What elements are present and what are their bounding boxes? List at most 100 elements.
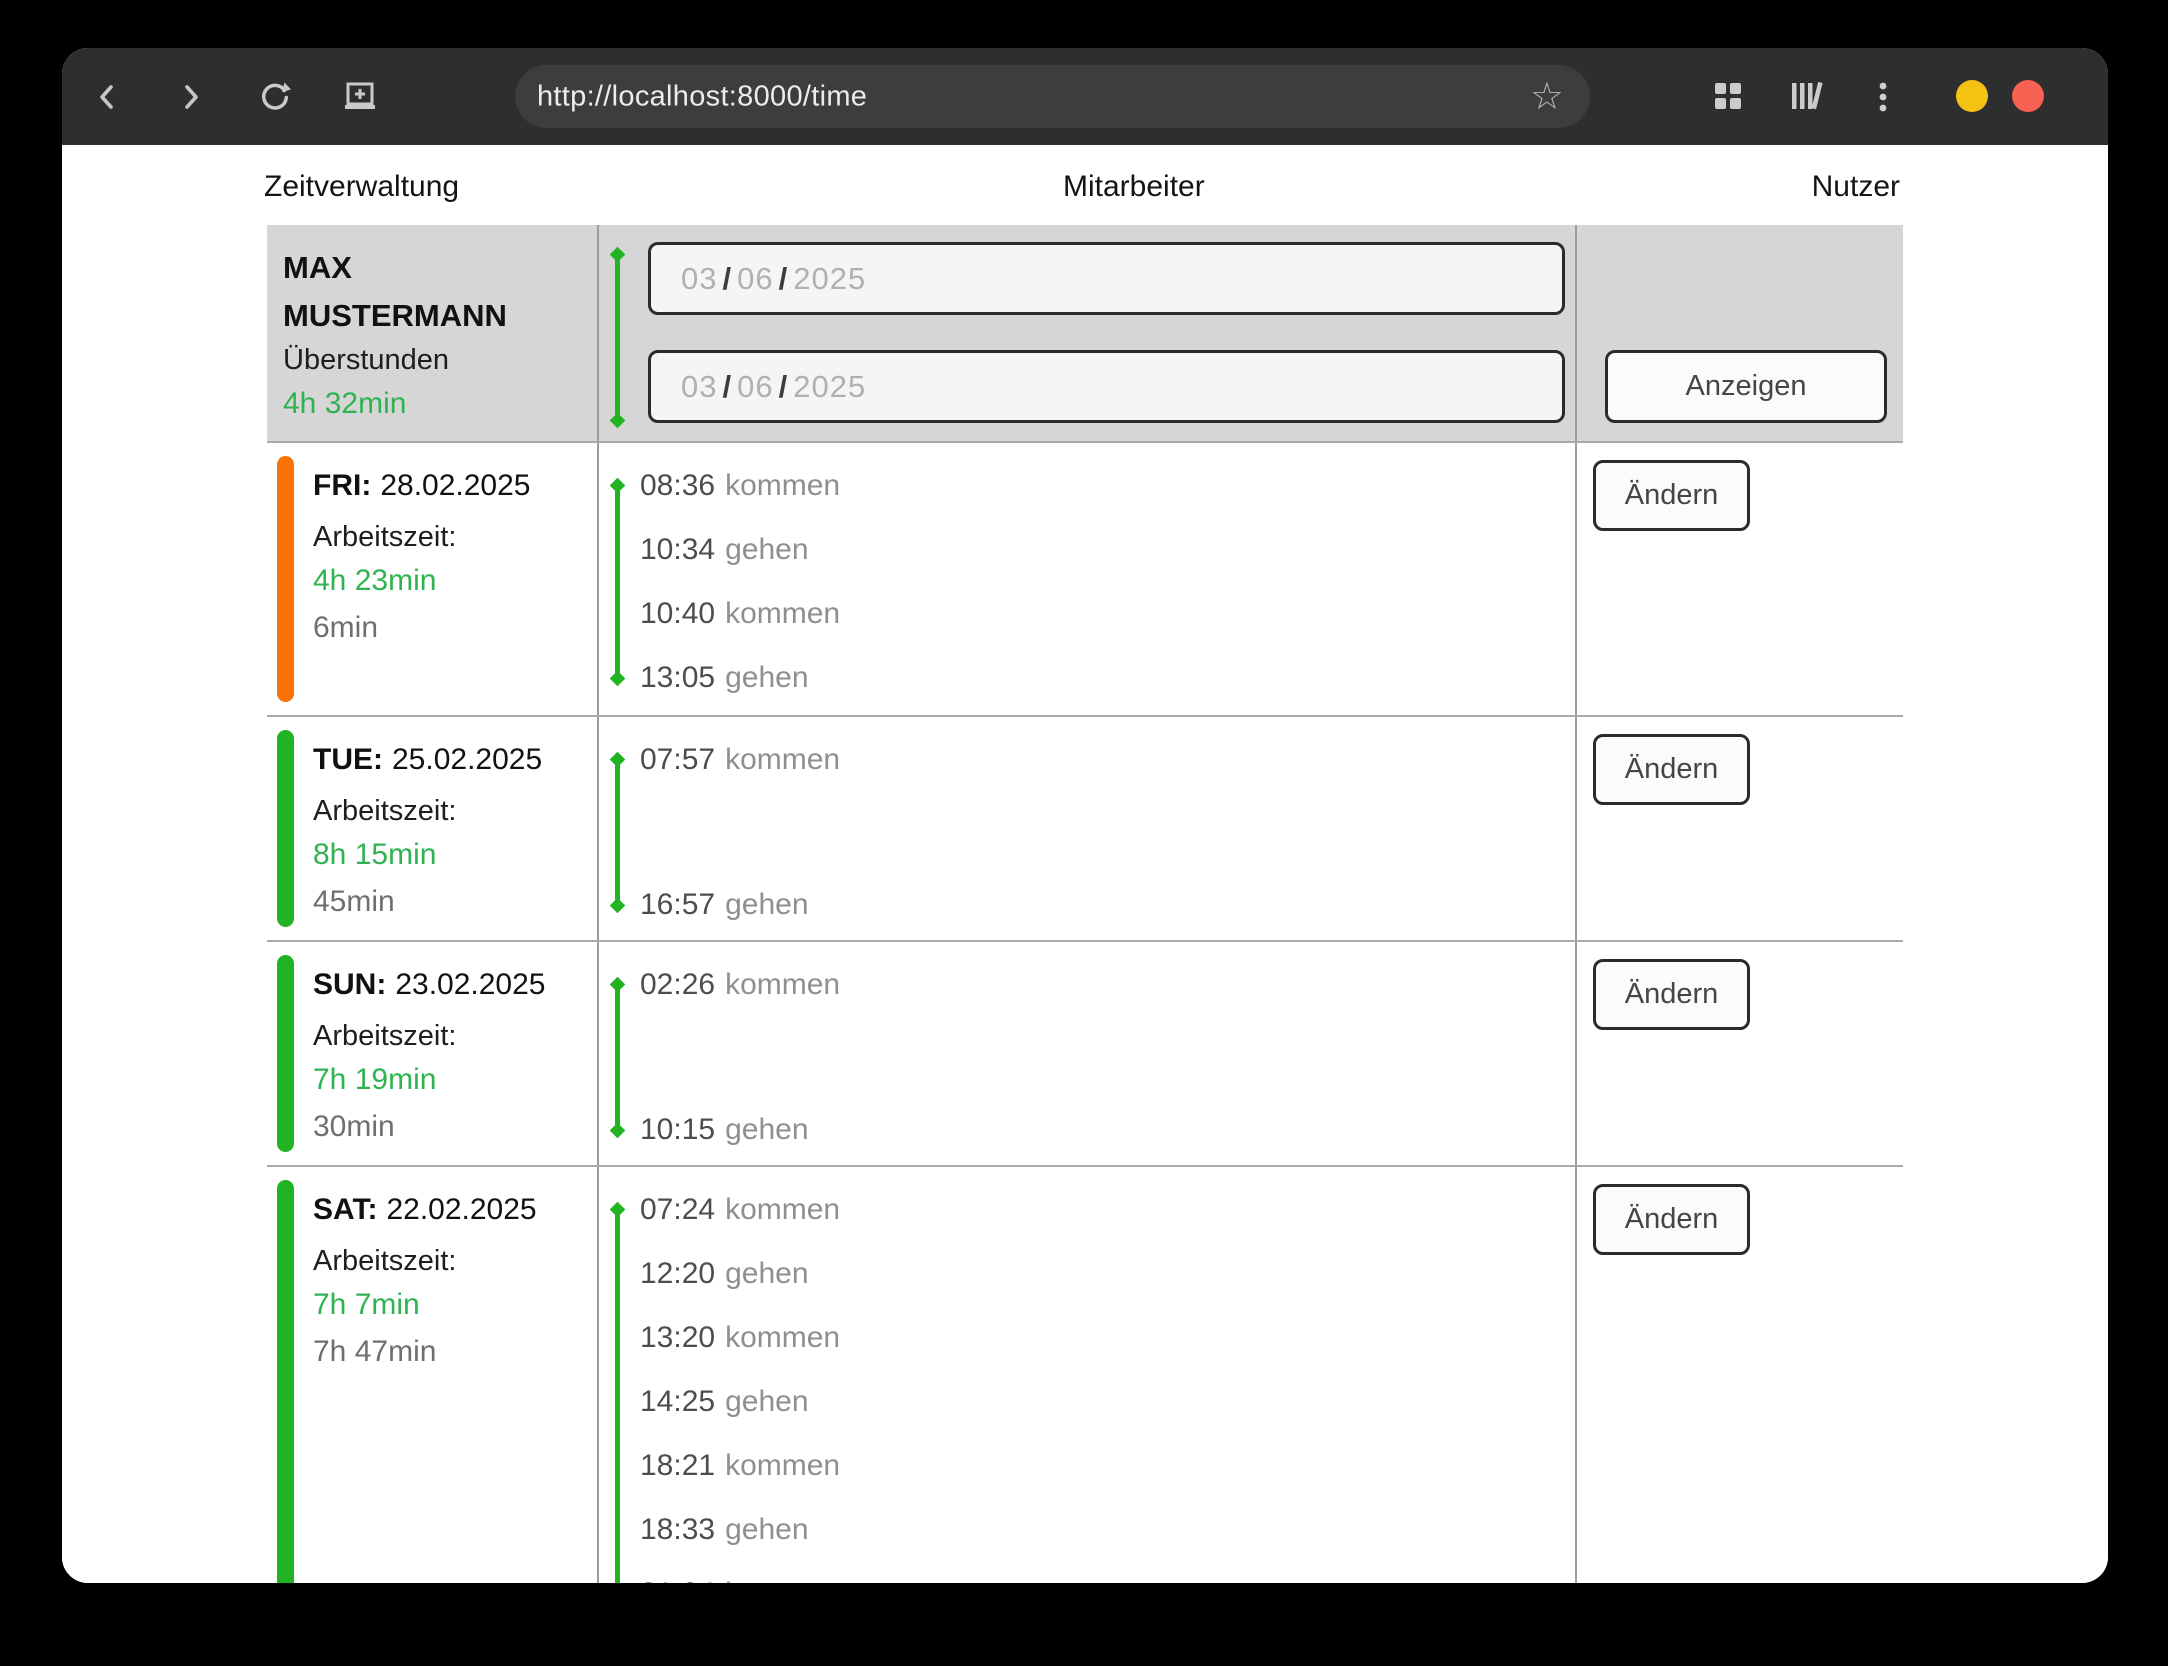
day-timeline bbox=[615, 985, 620, 1130]
day-timeline bbox=[615, 1210, 620, 1583]
day-label: FRI: bbox=[313, 469, 371, 502]
entry-type: kommen bbox=[725, 597, 840, 630]
entry-type: gehen bbox=[725, 661, 808, 694]
new-window-icon[interactable] bbox=[342, 80, 376, 114]
time-entry: 10:34 gehen bbox=[640, 533, 809, 567]
entry-time: 18:33 bbox=[640, 1513, 715, 1546]
change-button[interactable]: Ändern bbox=[1593, 959, 1750, 1030]
entry-type: gehen bbox=[725, 1113, 808, 1146]
close-button[interactable] bbox=[2012, 80, 2044, 112]
pause-value: 45min bbox=[313, 885, 395, 919]
day-row: SUN:23.02.2025 Arbeitszeit: 7h 19min 30m… bbox=[267, 940, 1903, 1165]
entry-time: 10:34 bbox=[640, 533, 715, 566]
back-icon[interactable] bbox=[91, 80, 125, 114]
entry-type: kommen bbox=[725, 1577, 840, 1583]
nav-item-nutzer[interactable]: Nutzer bbox=[1812, 169, 1900, 205]
date-from-input[interactable]: 03/06/2025 bbox=[648, 242, 1565, 315]
date-placeholder: 03/06/2025 bbox=[681, 261, 866, 297]
nav-item-zeitverwaltung[interactable]: Zeitverwaltung bbox=[264, 169, 459, 205]
browser-toolbar: http://localhost:8000/time ☆ bbox=[62, 48, 2108, 145]
time-entry: 07:57 kommen bbox=[640, 743, 840, 777]
library-icon[interactable] bbox=[1789, 80, 1823, 114]
pause-value: 6min bbox=[313, 611, 378, 645]
browser-window: http://localhost:8000/time ☆ bbox=[62, 48, 2108, 1583]
url-bar[interactable]: http://localhost:8000/time ☆ bbox=[515, 65, 1590, 128]
day-status-bar bbox=[277, 1180, 294, 1583]
entry-type: kommen bbox=[725, 968, 840, 1001]
change-button[interactable]: Ändern bbox=[1593, 734, 1750, 805]
nav-item-mitarbeiter[interactable]: Mitarbeiter bbox=[1063, 169, 1205, 205]
day-title: TUE: 25.02.2025 bbox=[313, 743, 542, 777]
overtime-value: 4h 32min bbox=[283, 387, 406, 421]
reload-icon[interactable] bbox=[258, 80, 292, 114]
url-text: http://localhost:8000/time bbox=[537, 80, 867, 113]
entry-time: 21:24 bbox=[640, 1577, 715, 1583]
day-timeline bbox=[615, 486, 620, 678]
time-entry: 14:25 gehen bbox=[640, 1385, 809, 1419]
worktime-value: 7h 7min bbox=[313, 1288, 420, 1322]
worktime-value: 4h 23min bbox=[313, 564, 436, 598]
entry-type: kommen bbox=[725, 469, 840, 502]
time-entry: 13:05 gehen bbox=[640, 661, 809, 695]
entry-time: 07:57 bbox=[640, 743, 715, 776]
worktime-label: Arbeitszeit: bbox=[313, 1244, 456, 1278]
time-entry: 08:36 kommen bbox=[640, 469, 840, 503]
entry-type: kommen bbox=[725, 1449, 840, 1482]
forward-icon[interactable] bbox=[173, 80, 207, 114]
entry-time: 16:57 bbox=[640, 888, 715, 921]
time-entry: 13:20 kommen bbox=[640, 1321, 840, 1355]
menu-dots-icon[interactable] bbox=[1866, 80, 1900, 114]
day-row: SAT:22.02.2025 Arbeitszeit: 7h 7min 7h 4… bbox=[267, 1165, 1903, 1583]
entry-time: 18:21 bbox=[640, 1449, 715, 1482]
worktime-value: 8h 15min bbox=[313, 838, 436, 872]
day-date: 22.02.2025 bbox=[386, 1193, 536, 1226]
page-content: Zeitverwaltung Mitarbeiter Nutzer MAX MU… bbox=[62, 145, 2108, 1583]
employee-name: MAX MUSTERMANN bbox=[283, 244, 533, 340]
entry-time: 10:15 bbox=[640, 1113, 715, 1146]
change-button[interactable]: Ändern bbox=[1593, 460, 1750, 531]
entry-time: 13:20 bbox=[640, 1321, 715, 1354]
pause-value: 30min bbox=[313, 1110, 395, 1144]
entry-time: 07:24 bbox=[640, 1193, 715, 1226]
entry-type: kommen bbox=[725, 743, 840, 776]
day-label: TUE: bbox=[313, 743, 383, 776]
date-range-timeline bbox=[615, 255, 620, 420]
bookmark-star-icon[interactable]: ☆ bbox=[1530, 78, 1564, 116]
day-date: 25.02.2025 bbox=[392, 743, 542, 776]
apps-grid-icon[interactable] bbox=[1711, 80, 1745, 114]
day-status-bar bbox=[277, 456, 294, 702]
time-entry: 12:20 gehen bbox=[640, 1257, 809, 1291]
minimize-button[interactable] bbox=[1956, 80, 1988, 112]
day-date: 23.02.2025 bbox=[395, 968, 545, 1001]
worktime-label: Arbeitszeit: bbox=[313, 520, 456, 554]
anzeigen-button[interactable]: Anzeigen bbox=[1605, 350, 1887, 423]
entry-time: 14:25 bbox=[640, 1385, 715, 1418]
entry-type: kommen bbox=[725, 1193, 840, 1226]
entry-time: 12:20 bbox=[640, 1257, 715, 1290]
overtime-label: Überstunden bbox=[283, 343, 449, 377]
summary-row: MAX MUSTERMANN Überstunden 4h 32min 03/0… bbox=[267, 225, 1903, 441]
change-button[interactable]: Ändern bbox=[1593, 1184, 1750, 1255]
worktime-label: Arbeitszeit: bbox=[313, 794, 456, 828]
time-entry: 21:24 kommen bbox=[640, 1577, 840, 1583]
entry-type: gehen bbox=[725, 533, 808, 566]
day-timeline bbox=[615, 760, 620, 905]
day-title: SUN: 23.02.2025 bbox=[313, 968, 546, 1002]
day-row: TUE: 25.02.2025 Arbeitszeit: 8h 15min 45m… bbox=[267, 715, 1903, 940]
entry-type: gehen bbox=[725, 888, 808, 921]
entry-time: 13:05 bbox=[640, 661, 715, 694]
entry-type: gehen bbox=[725, 1513, 808, 1546]
time-table: MAX MUSTERMANN Überstunden 4h 32min 03/0… bbox=[267, 225, 1903, 1583]
day-label: SUN: bbox=[313, 968, 386, 1001]
time-entry: 07:24 kommen bbox=[640, 1193, 840, 1227]
date-to-input[interactable]: 03/06/2025 bbox=[648, 350, 1565, 423]
entry-type: kommen bbox=[725, 1321, 840, 1354]
time-entry: 18:21 kommen bbox=[640, 1449, 840, 1483]
worktime-value: 7h 19min bbox=[313, 1063, 436, 1097]
entry-type: gehen bbox=[725, 1257, 808, 1290]
entry-time: 08:36 bbox=[640, 469, 715, 502]
date-placeholder: 03/06/2025 bbox=[681, 369, 866, 405]
day-date: 28.02.2025 bbox=[380, 469, 530, 502]
entry-time: 10:40 bbox=[640, 597, 715, 630]
entry-type: gehen bbox=[725, 1385, 808, 1418]
